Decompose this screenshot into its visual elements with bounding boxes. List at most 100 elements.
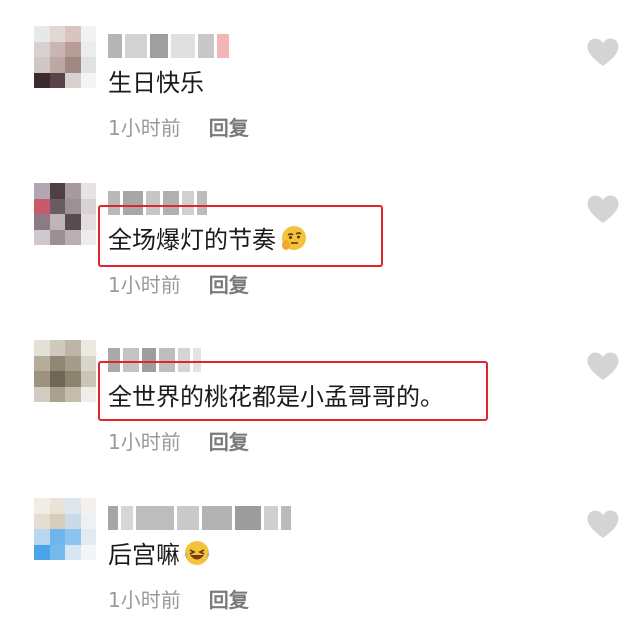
avatar-pixel — [34, 229, 50, 245]
timestamp: 1小时前 — [108, 116, 181, 140]
avatar-pixel — [34, 72, 50, 88]
avatar-pixel — [80, 513, 96, 529]
avatar-pixel — [34, 340, 50, 356]
avatar-pixel — [80, 498, 96, 514]
avatar-pixel — [80, 26, 96, 42]
avatar-pixel — [49, 183, 65, 199]
avatar-pixel — [34, 513, 50, 529]
avatar-pixel — [49, 529, 65, 545]
avatar-pixel — [49, 498, 65, 514]
username-pixel — [150, 34, 168, 58]
avatar-pixel — [49, 355, 65, 371]
avatar-pixel — [34, 386, 50, 402]
avatar-pixel — [80, 229, 96, 245]
username-pixel — [198, 34, 214, 58]
comment-text: 后宫嘛 — [108, 536, 212, 579]
avatar-pixel — [49, 214, 65, 230]
reply-button[interactable]: 回复 — [209, 588, 249, 612]
avatar-pixel — [65, 26, 81, 42]
highlight-box — [98, 361, 488, 421]
avatar-pixel — [80, 340, 96, 356]
avatar-pixel — [65, 72, 81, 88]
avatar-pixel — [65, 340, 81, 356]
avatar-pixel — [65, 355, 81, 371]
avatar-pixel — [49, 371, 65, 387]
username-pixel — [217, 34, 229, 58]
avatar-pixel — [80, 57, 96, 73]
avatar[interactable] — [34, 183, 96, 245]
laughing-crying-face-icon — [182, 538, 212, 579]
comment-item: 生日快乐 1小时前 回复 — [0, 8, 640, 165]
comment-meta: 1小时前 回复 — [108, 114, 249, 142]
avatar-pixel — [80, 183, 96, 199]
avatar-pixel — [49, 41, 65, 57]
avatar-pixel — [34, 41, 50, 57]
avatar-pixel — [49, 544, 65, 560]
avatar-pixel — [65, 57, 81, 73]
avatar-pixel — [65, 498, 81, 514]
username-pixel — [281, 506, 291, 530]
avatar-pixel — [65, 513, 81, 529]
username-pixel — [121, 506, 133, 530]
username-blurred[interactable] — [108, 502, 294, 530]
username-pixel — [235, 506, 261, 530]
avatar-pixel — [34, 544, 50, 560]
comment-item: 后宫嘛 1小时前 回复 — [0, 480, 640, 637]
username-pixel — [108, 506, 118, 530]
avatar[interactable] — [34, 340, 96, 402]
avatar-pixel — [65, 386, 81, 402]
avatar-pixel — [49, 26, 65, 42]
avatar-pixel — [49, 72, 65, 88]
avatar-pixel — [80, 198, 96, 214]
comment-text-content: 生日快乐 — [108, 69, 204, 97]
avatar-pixel — [34, 183, 50, 199]
avatar-pixel — [80, 544, 96, 560]
comment-meta: 1小时前 回复 — [108, 586, 249, 614]
avatar-pixel — [49, 386, 65, 402]
reply-button[interactable]: 回复 — [209, 116, 249, 140]
avatar-pixel — [65, 371, 81, 387]
avatar-pixel — [65, 529, 81, 545]
heart-icon[interactable] — [586, 193, 620, 225]
avatar-pixel — [34, 529, 50, 545]
reply-button[interactable]: 回复 — [209, 430, 249, 454]
heart-icon[interactable] — [586, 36, 620, 68]
avatar-pixel — [80, 386, 96, 402]
highlight-box — [98, 205, 383, 267]
avatar-pixel — [34, 371, 50, 387]
username-pixel — [171, 34, 195, 58]
avatar[interactable] — [34, 26, 96, 88]
username-pixel — [177, 506, 199, 530]
avatar-pixel — [49, 57, 65, 73]
avatar[interactable] — [34, 498, 96, 560]
avatar-pixel — [80, 214, 96, 230]
username-pixel — [264, 506, 278, 530]
avatar-pixel — [80, 355, 96, 371]
avatar-pixel — [80, 41, 96, 57]
username-pixel — [202, 506, 232, 530]
avatar-pixel — [65, 198, 81, 214]
comment-text-content: 后宫嘛 — [108, 541, 180, 569]
avatar-pixel — [49, 198, 65, 214]
timestamp: 1小时前 — [108, 430, 181, 454]
avatar-pixel — [49, 513, 65, 529]
comment-text: 生日快乐 — [108, 64, 204, 102]
heart-icon[interactable] — [586, 508, 620, 540]
avatar-pixel — [65, 41, 81, 57]
avatar-pixel — [34, 355, 50, 371]
avatar-pixel — [80, 371, 96, 387]
username-pixel — [125, 34, 147, 58]
avatar-pixel — [80, 529, 96, 545]
comment-meta: 1小时前 回复 — [108, 271, 249, 299]
avatar-pixel — [65, 183, 81, 199]
avatar-pixel — [34, 198, 50, 214]
comment-meta: 1小时前 回复 — [108, 428, 249, 456]
username-blurred[interactable] — [108, 30, 232, 58]
avatar-pixel — [49, 229, 65, 245]
avatar-pixel — [34, 214, 50, 230]
timestamp: 1小时前 — [108, 273, 181, 297]
avatar-pixel — [65, 544, 81, 560]
username-pixel — [136, 506, 174, 530]
reply-button[interactable]: 回复 — [209, 273, 249, 297]
heart-icon[interactable] — [586, 350, 620, 382]
